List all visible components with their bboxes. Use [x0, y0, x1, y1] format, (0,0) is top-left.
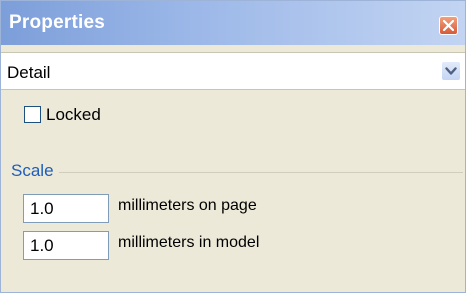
- scale-group-label: Scale: [11, 161, 58, 181]
- scale-group-divider: [59, 172, 463, 173]
- page-scale-input[interactable]: 1.0: [23, 194, 109, 223]
- dropdown-selected-value: Detail: [7, 63, 51, 82]
- properties-panel: Properties Detail Locked Scale 1.0 milli…: [0, 0, 466, 293]
- locked-checkbox[interactable]: [24, 106, 41, 123]
- model-scale-input[interactable]: 1.0: [23, 231, 109, 260]
- close-button[interactable]: [439, 16, 458, 35]
- locked-label: Locked: [46, 105, 101, 124]
- panel-title: Properties: [9, 12, 105, 33]
- page-scale-label: millimeters on page: [118, 197, 257, 214]
- chevron-down-icon: [445, 67, 457, 75]
- model-scale-label: millimeters in model: [118, 234, 260, 251]
- close-icon: [443, 20, 454, 31]
- dropdown-arrow-button[interactable]: [442, 62, 460, 80]
- title-bar: Properties: [1, 1, 465, 45]
- detail-dropdown[interactable]: Detail: [1, 52, 465, 90]
